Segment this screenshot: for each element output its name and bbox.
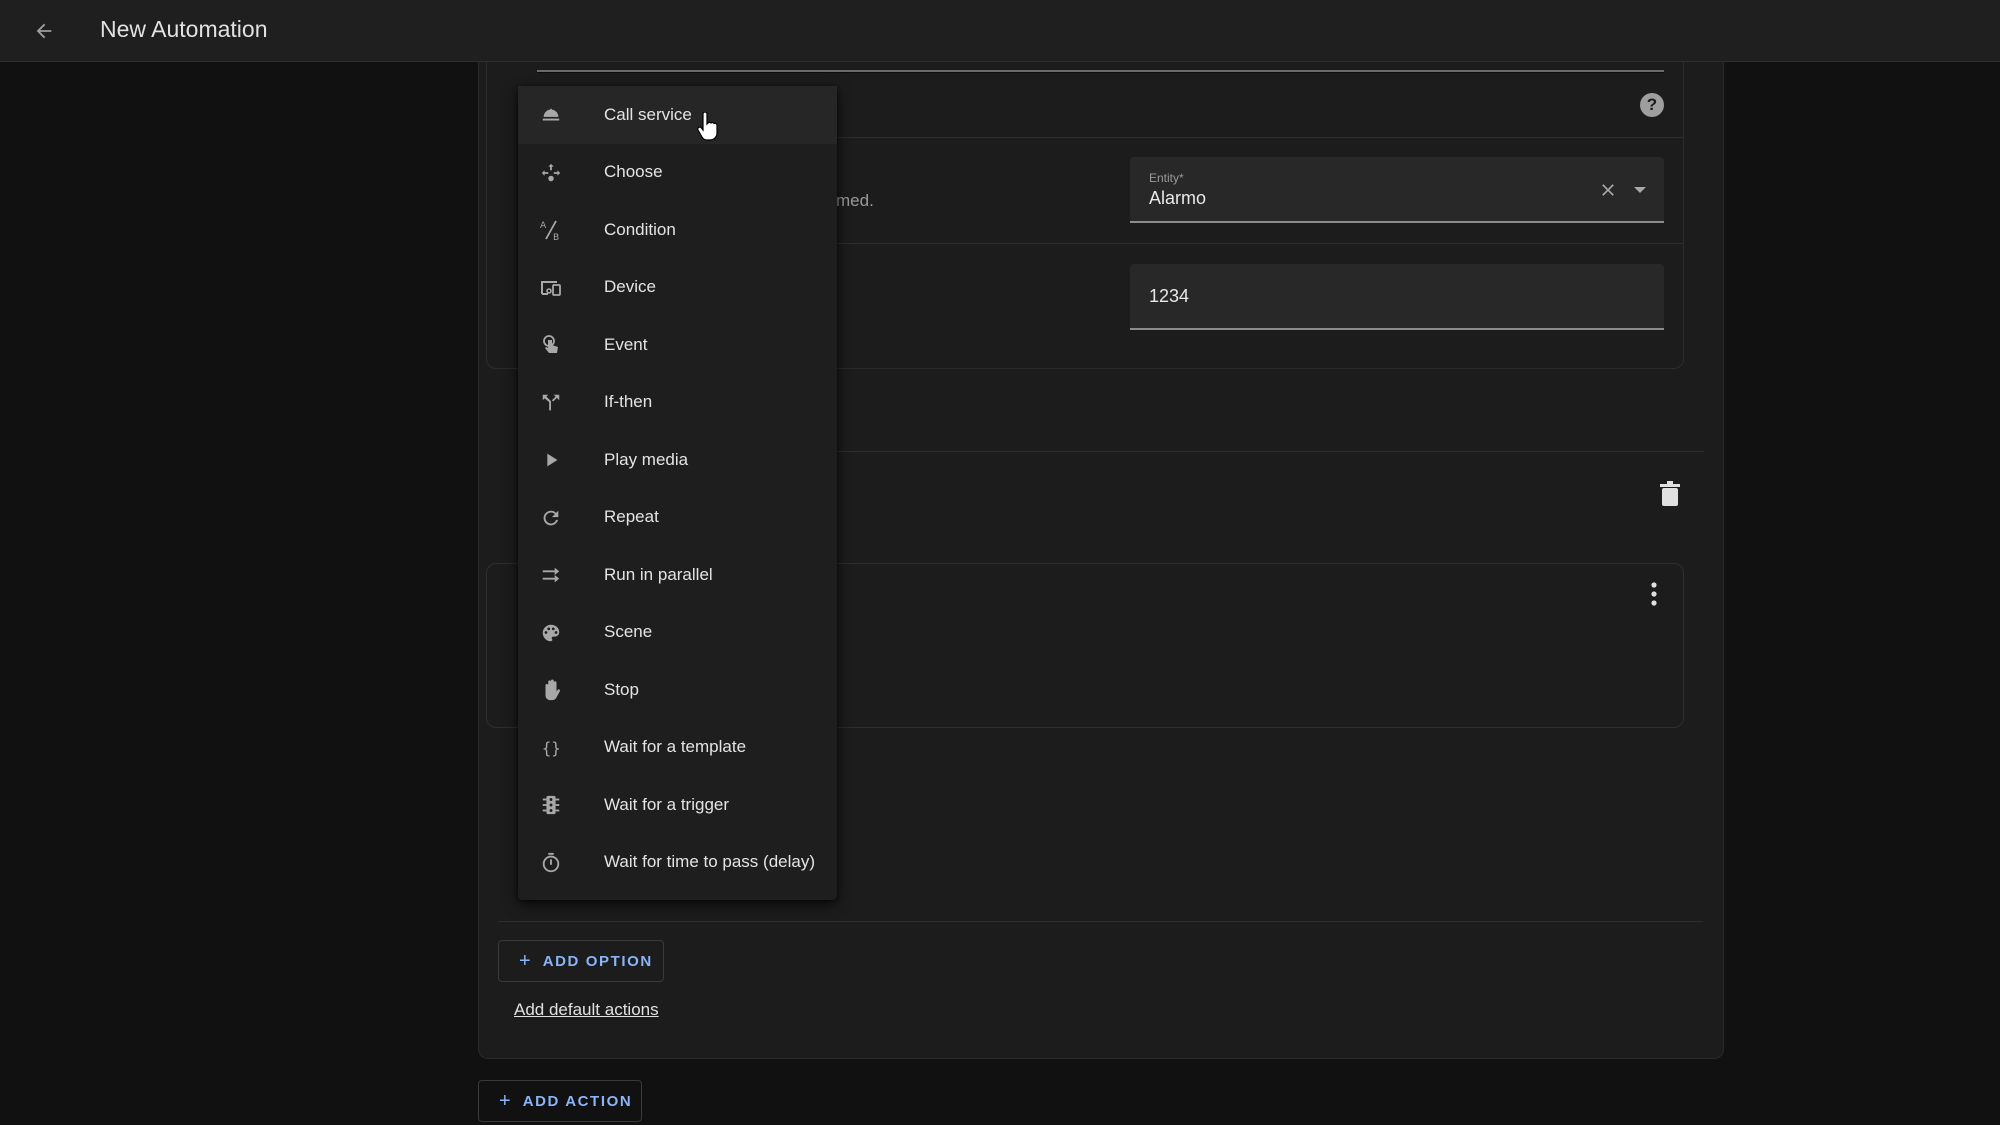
delete-icon[interactable] [1658, 481, 1682, 507]
service-description: med. [836, 191, 874, 210]
add-default-actions-link[interactable]: Add default actions [514, 1000, 659, 1020]
bell-service-icon [538, 102, 564, 128]
menu-item-repeat[interactable]: Repeat [518, 489, 837, 547]
back-button[interactable] [24, 11, 64, 51]
menu-item-stop[interactable]: Stop [518, 661, 837, 719]
entity-label: Entity* [1149, 171, 1184, 185]
play-icon [538, 447, 564, 473]
menu-item-if-then[interactable]: If-then [518, 374, 837, 432]
help-icon[interactable]: ? [1640, 93, 1664, 117]
menu-item-call-service[interactable]: Call service [518, 86, 837, 144]
menu-item-play-media[interactable]: Play media [518, 431, 837, 489]
top-app-bar: New Automation [0, 0, 2000, 62]
add-option-label: ADD OPTION [542, 952, 653, 970]
timer-outline-icon [538, 850, 564, 876]
divider [498, 921, 1703, 922]
menu-item-condition[interactable]: AB Condition [518, 201, 837, 259]
divider [837, 137, 1683, 138]
menu-item-choose[interactable]: Choose [518, 144, 837, 202]
gesture-tap-icon [538, 332, 564, 358]
divider [837, 243, 1683, 244]
close-icon[interactable] [1598, 180, 1618, 200]
code-input[interactable]: 1234 [1130, 264, 1664, 330]
menu-down-icon[interactable] [1634, 187, 1646, 193]
entity-picker[interactable]: Entity* Alarmo [1130, 157, 1664, 223]
call-split-icon [538, 390, 564, 416]
arrow-left-icon [36, 23, 52, 39]
menu-item-event[interactable]: Event [518, 316, 837, 374]
entity-value: Alarmo [1149, 188, 1207, 208]
dots-vertical-icon[interactable] [1644, 580, 1664, 608]
palette-icon [538, 620, 564, 646]
add-action-label: ADD ACTION [522, 1092, 633, 1110]
divider [837, 451, 1704, 452]
menu-item-run-in-parallel[interactable]: Run in parallel [518, 546, 837, 604]
plus-icon: + [519, 949, 531, 972]
code-braces-icon: {} [538, 735, 564, 761]
hand-back-right-icon [538, 677, 564, 703]
svg-text:{}: {} [542, 739, 561, 757]
menu-item-device[interactable]: Device [518, 259, 837, 317]
add-option-button[interactable]: + ADD OPTION [498, 940, 664, 982]
a-b-testing-icon: AB [538, 217, 564, 243]
menu-item-wait-for-trigger[interactable]: Wait for a trigger [518, 776, 837, 834]
menu-item-scene[interactable]: Scene [518, 604, 837, 662]
traffic-light-icon [538, 792, 564, 818]
menu-item-delay[interactable]: Wait for time to pass (delay) [518, 834, 837, 892]
svg-text:B: B [553, 233, 559, 242]
code-value: 1234 [1149, 286, 1190, 306]
field-underline [537, 70, 1664, 73]
arrow-decision-icon [538, 160, 564, 186]
refresh-icon [538, 505, 564, 531]
devices-icon [538, 275, 564, 301]
add-action-button[interactable]: + ADD ACTION [478, 1080, 642, 1122]
svg-text:A: A [540, 221, 547, 231]
action-type-menu: Call service Choose AB Condition Device … [518, 86, 837, 900]
plus-icon: + [499, 1089, 511, 1112]
page-title: New Automation [100, 16, 268, 42]
menu-item-wait-for-template[interactable]: {} Wait for a template [518, 719, 837, 777]
shuffle-disabled-icon [538, 562, 564, 588]
